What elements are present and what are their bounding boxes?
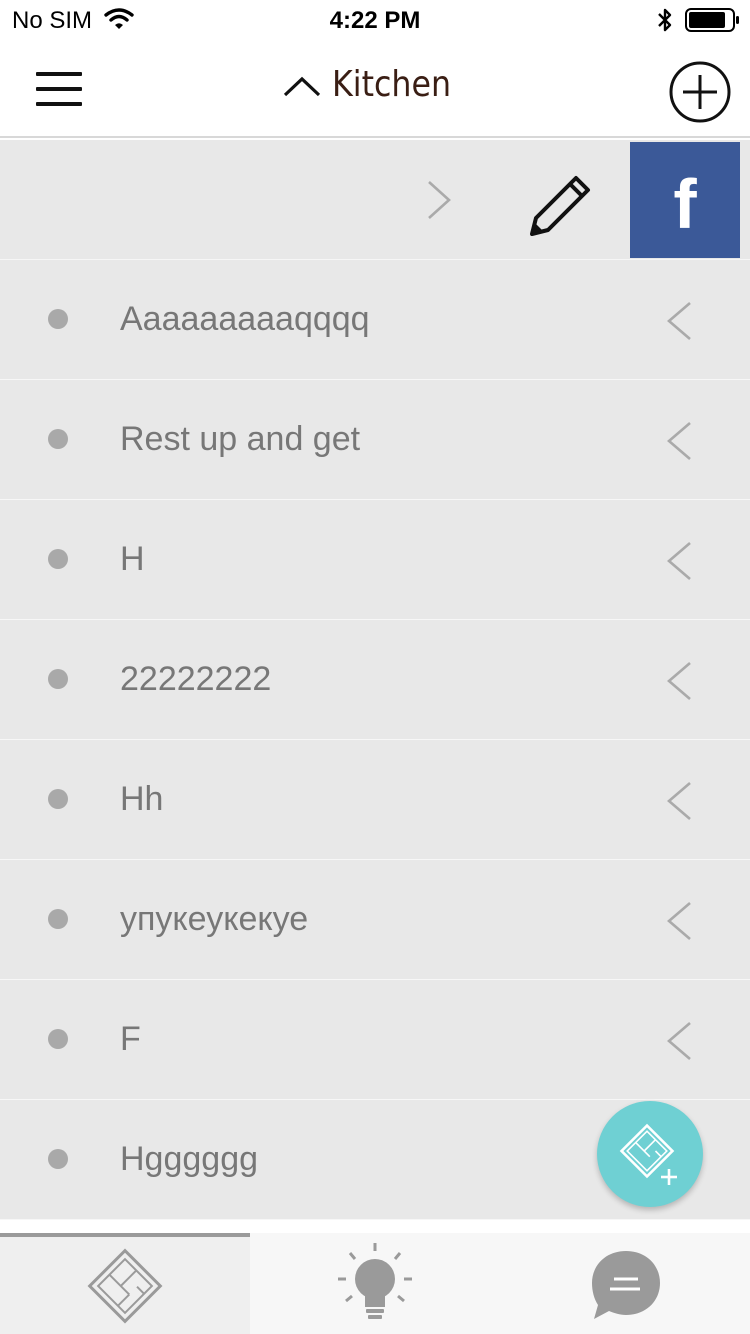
clock: 4:22 PM <box>329 7 421 34</box>
bullet-icon <box>48 669 68 689</box>
header-action-row: f <box>0 140 750 260</box>
bullet-icon <box>48 1029 68 1049</box>
list-item-label: F <box>120 1020 141 1058</box>
tab-floorplan[interactable] <box>0 1233 250 1334</box>
list-item-label: Hgggggg <box>120 1140 259 1178</box>
floorplan-icon <box>87 1248 163 1324</box>
item-list: Aaaaaaaaaqqqq Rest up and get H 22222222… <box>0 260 750 1220</box>
nav-bar: Kitchen <box>0 40 750 138</box>
tab-bar <box>0 1233 750 1334</box>
bullet-icon <box>48 549 68 569</box>
list-item-label: Rest up and get <box>120 420 361 458</box>
list-item[interactable]: 22222222 <box>0 620 750 740</box>
facebook-icon: f <box>673 165 697 243</box>
bullet-icon <box>48 909 68 929</box>
list-item[interactable]: упукеукекуе <box>0 860 750 980</box>
add-floorplan-button[interactable] <box>597 1101 703 1207</box>
list-item[interactable]: H <box>0 500 750 620</box>
chevron-left-icon[interactable] <box>664 540 694 582</box>
chevron-left-icon[interactable] <box>664 1020 694 1062</box>
tab-messages[interactable] <box>500 1233 750 1334</box>
tab-lighting[interactable] <box>250 1233 500 1334</box>
chevron-left-icon[interactable] <box>664 300 694 342</box>
list-item-label: Aaaaaaaaaqqqq <box>120 300 370 338</box>
lightbulb-icon <box>338 1243 412 1319</box>
list-item[interactable]: F <box>0 980 750 1100</box>
list-item[interactable]: Aaaaaaaaaqqqq <box>0 260 750 380</box>
chat-icon <box>592 1251 660 1319</box>
bullet-icon <box>48 429 68 449</box>
room-selector[interactable]: Kitchen <box>0 64 750 105</box>
list-item-label: 22222222 <box>120 660 272 698</box>
list-item[interactable]: Rest up and get <box>0 380 750 500</box>
chevron-left-icon[interactable] <box>664 660 694 702</box>
add-floorplan-icon <box>619 1123 677 1185</box>
bluetooth-icon <box>658 8 672 32</box>
facebook-share-button[interactable]: f <box>630 142 740 258</box>
list-item-label: упукеукекуе <box>120 900 309 938</box>
bullet-icon <box>48 789 68 809</box>
list-item[interactable]: Hh <box>0 740 750 860</box>
page-title: Kitchen <box>332 64 452 105</box>
bullet-icon <box>48 309 68 329</box>
list-item-label: H <box>120 540 145 578</box>
plus-circle-icon[interactable] <box>668 60 732 124</box>
chevron-left-icon[interactable] <box>664 900 694 942</box>
pencil-icon[interactable] <box>524 170 596 242</box>
chevron-up-icon <box>284 76 321 96</box>
list-item-label: Hh <box>120 780 164 818</box>
chevron-left-icon[interactable] <box>664 780 694 822</box>
chevron-left-icon[interactable] <box>664 420 694 462</box>
bullet-icon <box>48 1149 68 1169</box>
status-bar: No SIM 4:22 PM <box>0 0 750 40</box>
chevron-right-icon[interactable] <box>424 178 454 222</box>
battery-icon <box>685 8 739 32</box>
